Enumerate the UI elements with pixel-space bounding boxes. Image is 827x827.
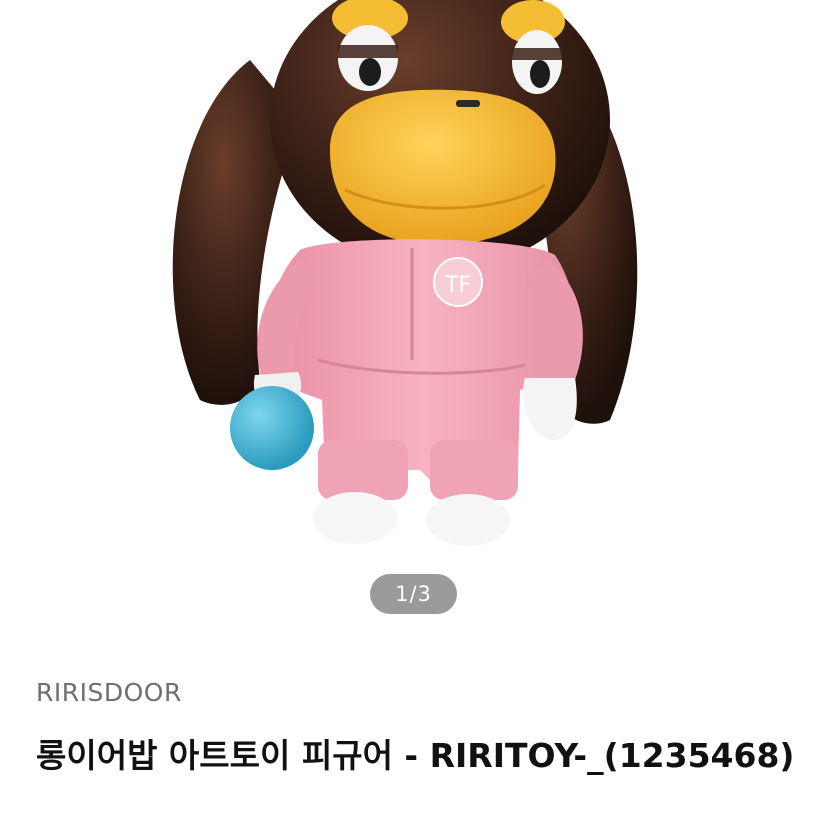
toy-figure-image: TF bbox=[172, 0, 638, 546]
product-title: 롱이어밥 아트토이 피규어 - RIRITOY-_(1235468) bbox=[36, 736, 795, 775]
product-image-gallery[interactable]: TF 1/3 bbox=[0, 0, 827, 640]
seller-name[interactable]: RIRISDOOR bbox=[36, 678, 182, 707]
suit-logo: TF bbox=[444, 273, 471, 298]
image-page-indicator: 1/3 bbox=[370, 574, 457, 614]
